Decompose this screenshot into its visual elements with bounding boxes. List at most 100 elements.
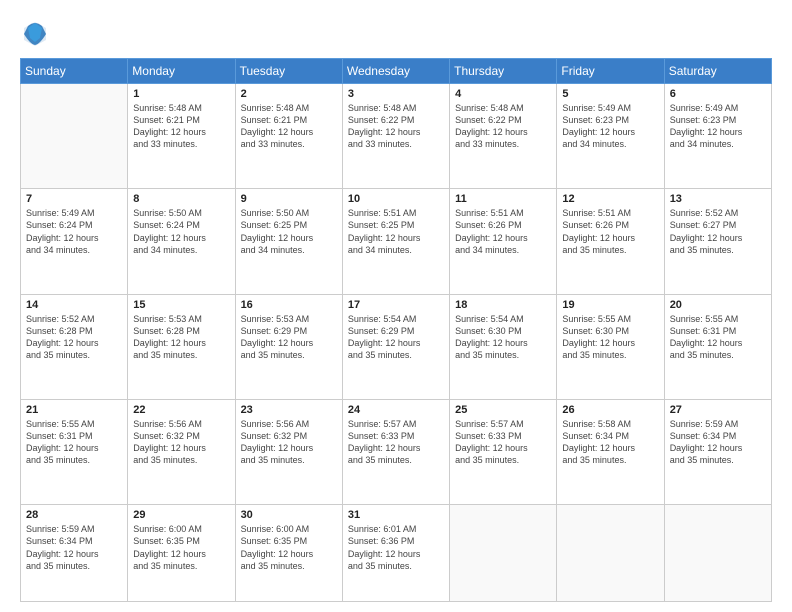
day-number: 28 bbox=[26, 509, 122, 521]
day-number: 6 bbox=[670, 88, 766, 100]
logo bbox=[20, 18, 54, 48]
day-number: 5 bbox=[562, 88, 658, 100]
day-number: 11 bbox=[455, 193, 551, 205]
day-info: Sunrise: 6:01 AM Sunset: 6:36 PM Dayligh… bbox=[348, 523, 444, 572]
calendar-cell bbox=[450, 505, 557, 602]
day-number: 2 bbox=[241, 88, 337, 100]
day-info: Sunrise: 6:00 AM Sunset: 6:35 PM Dayligh… bbox=[133, 523, 229, 572]
day-info: Sunrise: 5:57 AM Sunset: 6:33 PM Dayligh… bbox=[348, 418, 444, 467]
calendar-cell: 31 Sunrise: 6:01 AM Sunset: 6:36 PM Dayli… bbox=[342, 505, 449, 602]
day-info: Sunrise: 5:49 AM Sunset: 6:23 PM Dayligh… bbox=[562, 102, 658, 151]
day-info: Sunrise: 5:48 AM Sunset: 6:21 PM Dayligh… bbox=[133, 102, 229, 151]
calendar-cell: 8 Sunrise: 5:50 AM Sunset: 6:24 PM Daylig… bbox=[128, 189, 235, 294]
calendar-cell: 27 Sunrise: 5:59 AM Sunset: 6:34 PM Dayli… bbox=[664, 399, 771, 504]
calendar-week-row: 14 Sunrise: 5:52 AM Sunset: 6:28 PM Dayli… bbox=[21, 294, 772, 399]
day-number: 14 bbox=[26, 299, 122, 311]
calendar-cell: 30 Sunrise: 6:00 AM Sunset: 6:35 PM Dayli… bbox=[235, 505, 342, 602]
day-info: Sunrise: 5:52 AM Sunset: 6:28 PM Dayligh… bbox=[26, 313, 122, 362]
day-number: 10 bbox=[348, 193, 444, 205]
calendar-cell: 11Sunrise: 5:51 AM Sunset: 6:26 PM Dayli… bbox=[450, 189, 557, 294]
day-info: Sunrise: 5:48 AM Sunset: 6:22 PM Dayligh… bbox=[348, 102, 444, 151]
day-info: Sunrise: 5:54 AM Sunset: 6:29 PM Dayligh… bbox=[348, 313, 444, 362]
day-info: Sunrise: 5:50 AM Sunset: 6:25 PM Dayligh… bbox=[241, 207, 337, 256]
calendar-cell: 14 Sunrise: 5:52 AM Sunset: 6:28 PM Dayli… bbox=[21, 294, 128, 399]
day-number: 27 bbox=[670, 404, 766, 416]
day-info: Sunrise: 5:57 AM Sunset: 6:33 PM Dayligh… bbox=[455, 418, 551, 467]
day-number: 12 bbox=[562, 193, 658, 205]
day-info: Sunrise: 5:48 AM Sunset: 6:22 PM Dayligh… bbox=[455, 102, 551, 151]
calendar-cell: 19Sunrise: 5:55 AM Sunset: 6:30 PM Dayli… bbox=[557, 294, 664, 399]
day-info: Sunrise: 6:00 AM Sunset: 6:35 PM Dayligh… bbox=[241, 523, 337, 572]
day-info: Sunrise: 5:50 AM Sunset: 6:24 PM Dayligh… bbox=[133, 207, 229, 256]
day-number: 9 bbox=[241, 193, 337, 205]
day-info: Sunrise: 5:51 AM Sunset: 6:26 PM Dayligh… bbox=[562, 207, 658, 256]
day-number: 24 bbox=[348, 404, 444, 416]
calendar-cell: 23 Sunrise: 5:56 AM Sunset: 6:32 PM Dayli… bbox=[235, 399, 342, 504]
calendar-cell: 2 Sunrise: 5:48 AM Sunset: 6:21 PM Daylig… bbox=[235, 84, 342, 189]
calendar-table: SundayMondayTuesdayWednesdayThursdayFrid… bbox=[20, 58, 772, 602]
calendar-header-saturday: Saturday bbox=[664, 59, 771, 84]
calendar-cell: 22 Sunrise: 5:56 AM Sunset: 6:32 PM Dayli… bbox=[128, 399, 235, 504]
calendar-cell: 3 Sunrise: 5:48 AM Sunset: 6:22 PM Daylig… bbox=[342, 84, 449, 189]
day-info: Sunrise: 5:53 AM Sunset: 6:29 PM Dayligh… bbox=[241, 313, 337, 362]
day-number: 4 bbox=[455, 88, 551, 100]
calendar-cell: 21 Sunrise: 5:55 AM Sunset: 6:31 PM Dayli… bbox=[21, 399, 128, 504]
calendar-cell bbox=[557, 505, 664, 602]
calendar-cell: 17 Sunrise: 5:54 AM Sunset: 6:29 PM Dayli… bbox=[342, 294, 449, 399]
day-number: 18 bbox=[455, 299, 551, 311]
calendar-header-sunday: Sunday bbox=[21, 59, 128, 84]
calendar-cell bbox=[21, 84, 128, 189]
day-number: 23 bbox=[241, 404, 337, 416]
day-number: 21 bbox=[26, 404, 122, 416]
day-number: 15 bbox=[133, 299, 229, 311]
day-number: 13 bbox=[670, 193, 766, 205]
day-info: Sunrise: 5:54 AM Sunset: 6:30 PM Dayligh… bbox=[455, 313, 551, 362]
day-number: 8 bbox=[133, 193, 229, 205]
day-info: Sunrise: 5:59 AM Sunset: 6:34 PM Dayligh… bbox=[670, 418, 766, 467]
day-info: Sunrise: 5:51 AM Sunset: 6:25 PM Dayligh… bbox=[348, 207, 444, 256]
day-info: Sunrise: 5:59 AM Sunset: 6:34 PM Dayligh… bbox=[26, 523, 122, 572]
day-number: 30 bbox=[241, 509, 337, 521]
calendar-cell: 16Sunrise: 5:53 AM Sunset: 6:29 PM Dayli… bbox=[235, 294, 342, 399]
calendar-header-monday: Monday bbox=[128, 59, 235, 84]
calendar-week-row: 7 Sunrise: 5:49 AM Sunset: 6:24 PM Daylig… bbox=[21, 189, 772, 294]
calendar-cell: 15 Sunrise: 5:53 AM Sunset: 6:28 PM Dayli… bbox=[128, 294, 235, 399]
day-number: 26 bbox=[562, 404, 658, 416]
calendar-week-row: 28 Sunrise: 5:59 AM Sunset: 6:34 PM Dayli… bbox=[21, 505, 772, 602]
day-number: 20 bbox=[670, 299, 766, 311]
calendar-cell: 5 Sunrise: 5:49 AM Sunset: 6:23 PM Daylig… bbox=[557, 84, 664, 189]
day-number: 3 bbox=[348, 88, 444, 100]
calendar-header-row: SundayMondayTuesdayWednesdayThursdayFrid… bbox=[21, 59, 772, 84]
calendar-cell: 4 Sunrise: 5:48 AM Sunset: 6:22 PM Daylig… bbox=[450, 84, 557, 189]
day-info: Sunrise: 5:58 AM Sunset: 6:34 PM Dayligh… bbox=[562, 418, 658, 467]
day-number: 7 bbox=[26, 193, 122, 205]
header bbox=[20, 18, 772, 48]
day-info: Sunrise: 5:56 AM Sunset: 6:32 PM Dayligh… bbox=[133, 418, 229, 467]
day-number: 1 bbox=[133, 88, 229, 100]
day-info: Sunrise: 5:55 AM Sunset: 6:31 PM Dayligh… bbox=[26, 418, 122, 467]
day-info: Sunrise: 5:56 AM Sunset: 6:32 PM Dayligh… bbox=[241, 418, 337, 467]
calendar-cell: 18 Sunrise: 5:54 AM Sunset: 6:30 PM Dayli… bbox=[450, 294, 557, 399]
calendar-week-row: 1 Sunrise: 5:48 AM Sunset: 6:21 PM Daylig… bbox=[21, 84, 772, 189]
day-number: 29 bbox=[133, 509, 229, 521]
calendar-cell: 6 Sunrise: 5:49 AM Sunset: 6:23 PM Daylig… bbox=[664, 84, 771, 189]
day-info: Sunrise: 5:49 AM Sunset: 6:23 PM Dayligh… bbox=[670, 102, 766, 151]
day-info: Sunrise: 5:53 AM Sunset: 6:28 PM Dayligh… bbox=[133, 313, 229, 362]
calendar-cell: 20Sunrise: 5:55 AM Sunset: 6:31 PM Dayli… bbox=[664, 294, 771, 399]
day-info: Sunrise: 5:48 AM Sunset: 6:21 PM Dayligh… bbox=[241, 102, 337, 151]
day-number: 31 bbox=[348, 509, 444, 521]
calendar-cell: 28 Sunrise: 5:59 AM Sunset: 6:34 PM Dayli… bbox=[21, 505, 128, 602]
calendar-cell: 13Sunrise: 5:52 AM Sunset: 6:27 PM Dayli… bbox=[664, 189, 771, 294]
day-info: Sunrise: 5:55 AM Sunset: 6:30 PM Dayligh… bbox=[562, 313, 658, 362]
calendar-header-wednesday: Wednesday bbox=[342, 59, 449, 84]
day-number: 22 bbox=[133, 404, 229, 416]
calendar-cell bbox=[664, 505, 771, 602]
calendar-cell: 9 Sunrise: 5:50 AM Sunset: 6:25 PM Daylig… bbox=[235, 189, 342, 294]
calendar-header-friday: Friday bbox=[557, 59, 664, 84]
day-number: 17 bbox=[348, 299, 444, 311]
day-info: Sunrise: 5:49 AM Sunset: 6:24 PM Dayligh… bbox=[26, 207, 122, 256]
logo-icon bbox=[20, 18, 50, 48]
calendar-cell: 7 Sunrise: 5:49 AM Sunset: 6:24 PM Daylig… bbox=[21, 189, 128, 294]
calendar-cell: 25Sunrise: 5:57 AM Sunset: 6:33 PM Dayli… bbox=[450, 399, 557, 504]
calendar-header-thursday: Thursday bbox=[450, 59, 557, 84]
